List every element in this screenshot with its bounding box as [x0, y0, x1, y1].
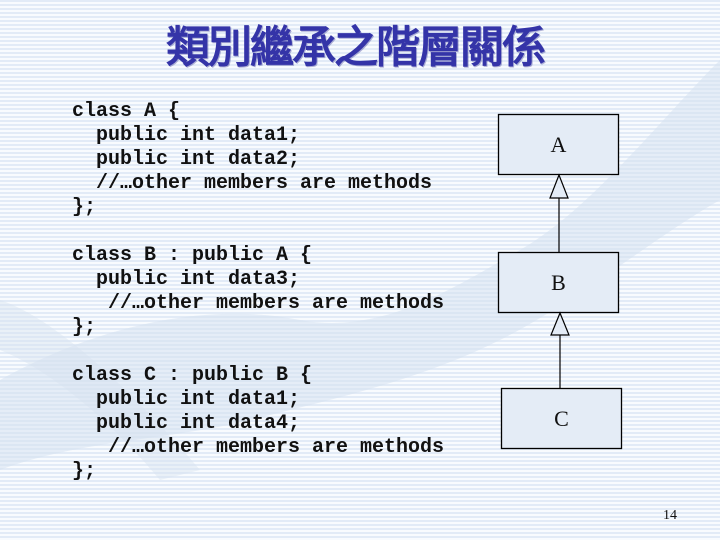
- class-label-c: C: [554, 406, 569, 431]
- page-number: 14: [663, 508, 677, 523]
- inheritance-diagram: A B C: [497, 113, 623, 450]
- class-node-b: B: [497, 251, 620, 314]
- class-label-b: B: [551, 270, 566, 295]
- inheritance-arrow-icon: [550, 311, 570, 336]
- inheritance-edge-c-to-b: [550, 311, 570, 388]
- inheritance-arrow-icon: [549, 173, 569, 199]
- class-node-a: A: [497, 113, 620, 176]
- class-node-c: C: [500, 387, 623, 450]
- inheritance-edge-b-to-a: [549, 173, 569, 252]
- class-label-a: A: [551, 132, 567, 157]
